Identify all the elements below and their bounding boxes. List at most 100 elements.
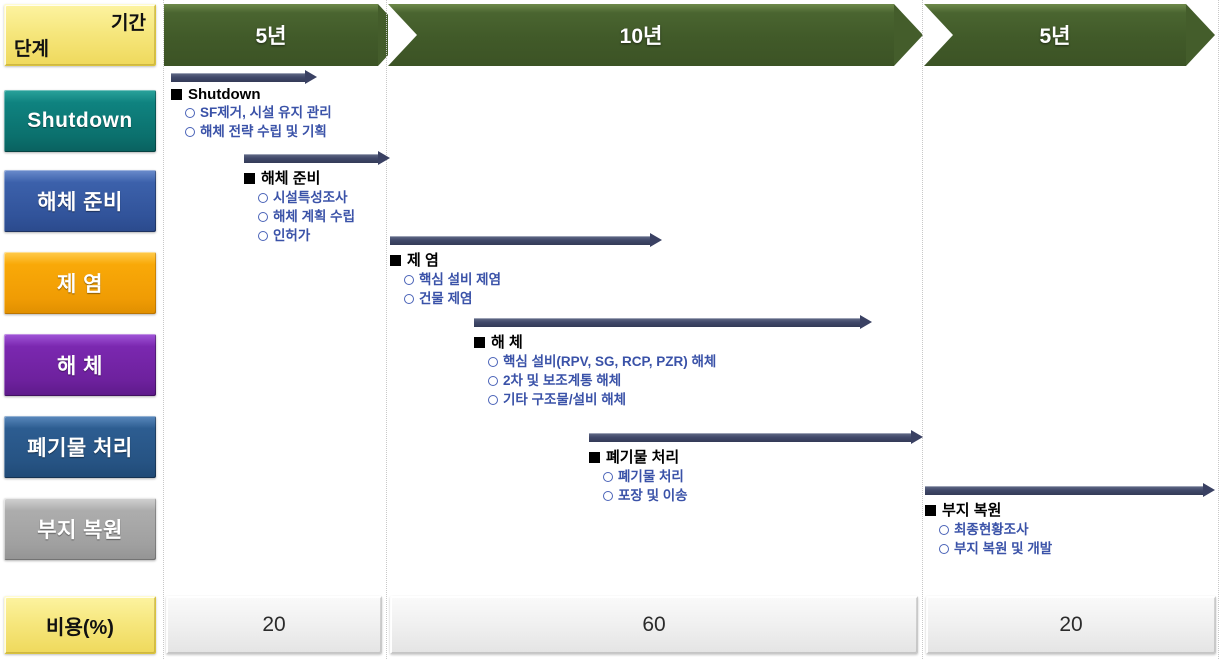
phase-item: 해체 계획 수립 — [258, 207, 390, 226]
phase-title: 제 염 — [390, 249, 662, 270]
phase-block-waste-treatment: 폐기물 처리 폐기물 처리 포장 및 이송 — [589, 430, 923, 505]
period-chevron-3-label: 5년 — [1039, 25, 1071, 48]
stage-label-decontamination[interactable]: 제 염 — [4, 252, 156, 314]
cost-cell-1: 20 — [166, 596, 382, 654]
phase-item-text: 핵심 설비 제염 — [419, 272, 502, 287]
phase-item: 핵심 설비(RPV, SG, RCP, PZR) 해체 — [488, 352, 872, 371]
period-chevron-1: 5년 — [164, 4, 407, 66]
phase-item-text: 폐기물 처리 — [618, 469, 684, 484]
bullet-square-icon — [390, 255, 401, 266]
column-divider-2 — [386, 0, 387, 659]
bullet-circle-icon — [404, 294, 414, 305]
stage-label-dismantle-prep[interactable]: 해체 준비 — [4, 170, 156, 232]
phase-item-text: 기타 구조물/설비 해체 — [503, 392, 627, 408]
bullet-circle-icon — [185, 127, 195, 138]
phase-arrow-site-restoration — [925, 483, 1215, 497]
cost-cell-1-value: 20 — [262, 613, 286, 636]
phase-arrow-head-icon — [305, 70, 317, 84]
phase-block-site-restoration: 부지 복원 최종현황조사 부지 복원 및 개발 — [925, 483, 1215, 558]
phase-item: 건물 제염 — [404, 289, 662, 308]
phase-item: 최종현황조사 — [939, 520, 1215, 539]
column-divider-4 — [1218, 0, 1219, 659]
phase-title-text: Shutdown — [188, 86, 261, 103]
phase-item: 2차 및 보조계통 해체 — [488, 371, 872, 390]
phase-title-text: 폐기물 처리 — [606, 449, 680, 466]
phase-title-text: 해 체 — [491, 334, 523, 351]
phase-block-dismantle-prep: 해체 준비 시설특성조사 해체 계획 수립 인허가 — [244, 151, 390, 245]
legend-header-cell: 기간 단계 — [4, 4, 156, 66]
phase-item: 해체 전략 수립 및 기획 — [185, 122, 332, 141]
phase-item: 폐기물 처리 — [603, 467, 923, 486]
bullet-circle-icon — [258, 193, 268, 203]
phase-item: 핵심 설비 제염 — [404, 270, 662, 289]
stage-label-waste-treatment[interactable]: 폐기물 처리 — [4, 416, 156, 478]
phase-block-shutdown: Shutdown SF제거, 시설 유지 관리 해체 전략 수립 및 기획 — [171, 70, 332, 141]
cost-row-label-text: 비용(%) — [46, 616, 114, 639]
stage-label-dismantling[interactable]: 해 체 — [4, 334, 156, 396]
cost-cell-2-value: 60 — [642, 613, 666, 636]
phase-arrow-dismantle-prep — [244, 151, 390, 165]
phase-block-decontamination: 제 염 핵심 설비 제염 건물 제염 — [390, 233, 662, 308]
phase-arrow-bar — [244, 154, 378, 163]
column-divider-3 — [922, 0, 923, 659]
phase-title-text: 부지 복원 — [942, 502, 1002, 519]
bullet-circle-icon — [603, 491, 613, 502]
bullet-circle-icon — [185, 108, 195, 118]
phase-arrow-head-icon — [1203, 483, 1215, 497]
phase-item-text: 시설특성조사 — [273, 190, 348, 205]
chevron-notch-2 — [388, 4, 417, 66]
phase-item: 부지 복원 및 개발 — [939, 539, 1215, 558]
cost-row-label: 비용(%) — [4, 596, 156, 654]
phase-item-text: 해체 전략 수립 및 기획 — [200, 124, 327, 140]
stage-label-dismantle-prep-text: 해체 준비 — [37, 191, 123, 214]
stage-label-site-restoration[interactable]: 부지 복원 — [4, 498, 156, 560]
phase-arrow-head-icon — [650, 233, 662, 247]
stage-label-shutdown[interactable]: Shutdown — [4, 90, 156, 152]
phase-title: 해 체 — [474, 331, 872, 352]
phase-arrow-decontamination — [390, 233, 662, 247]
phase-item-text: 건물 제염 — [419, 291, 473, 307]
phase-item-text: 부지 복원 및 개발 — [954, 541, 1053, 557]
phase-arrow-bar — [171, 73, 305, 82]
phase-block-dismantling: 해 체 핵심 설비(RPV, SG, RCP, PZR) 해체 2차 및 보조계… — [474, 315, 872, 409]
phase-arrow-head-icon — [378, 151, 390, 165]
period-chevron-2-label: 10년 — [619, 25, 663, 48]
stage-axis-label: 단계 — [14, 39, 49, 60]
phase-title-text: 해체 준비 — [261, 170, 321, 187]
phase-arrow-head-icon — [911, 430, 923, 444]
phase-item: 시설특성조사 — [258, 188, 390, 207]
bullet-circle-icon — [488, 357, 498, 367]
column-divider-1 — [163, 0, 164, 659]
phase-arrow-bar — [390, 236, 650, 245]
bullet-circle-icon — [939, 544, 949, 555]
phase-arrow-waste-treatment — [589, 430, 923, 444]
phase-item: 기타 구조물/설비 해체 — [488, 390, 872, 409]
phase-item-text: 인허가 — [273, 228, 311, 244]
phase-arrow-shutdown — [171, 70, 317, 84]
bullet-circle-icon — [603, 472, 613, 482]
stage-label-dismantling-text: 해 체 — [57, 355, 103, 378]
stage-label-shutdown-text: Shutdown — [27, 109, 133, 132]
phase-arrow-bar — [925, 486, 1203, 495]
phase-arrow-bar — [589, 433, 911, 442]
phase-item-text: 포장 및 이송 — [618, 488, 688, 504]
period-chevron-1-label: 5년 — [255, 25, 287, 48]
bullet-circle-icon — [404, 275, 414, 285]
phase-arrow-dismantling — [474, 315, 872, 329]
stage-label-decontamination-text: 제 염 — [57, 273, 103, 296]
bullet-circle-icon — [488, 395, 498, 406]
phase-title-text: 제 염 — [407, 252, 439, 269]
phase-item-text: 해체 계획 수립 — [273, 209, 356, 225]
phase-item: SF제거, 시설 유지 관리 — [185, 103, 332, 122]
cost-cell-2: 60 — [390, 596, 918, 654]
bullet-square-icon — [244, 173, 255, 184]
phase-item-text: SF제거, 시설 유지 관리 — [200, 105, 332, 120]
period-chevron-2: 10년 — [388, 4, 923, 66]
phase-title: 해체 준비 — [244, 167, 390, 188]
phase-item: 인허가 — [258, 226, 390, 245]
cost-cell-3: 20 — [926, 596, 1216, 654]
stage-label-site-restoration-text: 부지 복원 — [37, 519, 123, 542]
phase-item-text: 최종현황조사 — [954, 522, 1029, 537]
phase-title: Shutdown — [171, 86, 332, 103]
period-chevron-3: 5년 — [924, 4, 1215, 66]
